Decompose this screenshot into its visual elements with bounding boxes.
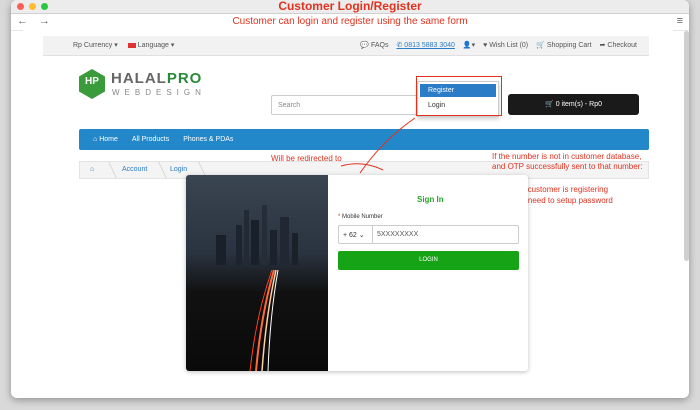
- city-night-image: [186, 175, 328, 371]
- browser-window: Customer Login/Register ← → Customer can…: [11, 0, 689, 398]
- toolbar: ← → Customer can login and register usin…: [11, 14, 689, 31]
- sign-in-title: Sign In: [417, 195, 444, 204]
- menu-icon[interactable]: ≡: [677, 15, 683, 27]
- login-button[interactable]: LOGIN: [338, 251, 519, 270]
- window-title: Customer Login/Register: [278, 0, 422, 13]
- scrollbar[interactable]: [684, 31, 689, 261]
- city-skyline-illustration: [216, 205, 298, 371]
- mobile-number-label-text: Mobile Number: [342, 214, 383, 220]
- arrow-redirect: [340, 163, 384, 171]
- page-content: Rp Currency ▾ Language ▾ 💬 FAQs ✆ 0813 5…: [23, 30, 673, 398]
- subtitle-annotation: Customer can login and register using th…: [232, 16, 468, 27]
- phone-field: + 62 ⌄ 5XXXXXXXX: [338, 225, 519, 244]
- country-code-select[interactable]: + 62 ⌄: [343, 231, 365, 239]
- login-card: Sign In * Mobile Number + 62 ⌄ 5XXXXXXXX…: [186, 175, 528, 371]
- mobile-number-input[interactable]: 5XXXXXXXX: [372, 226, 519, 243]
- required-marker: *: [338, 214, 341, 220]
- title-bar: Customer Login/Register: [11, 0, 689, 14]
- mobile-number-label: * Mobile Number: [338, 214, 383, 220]
